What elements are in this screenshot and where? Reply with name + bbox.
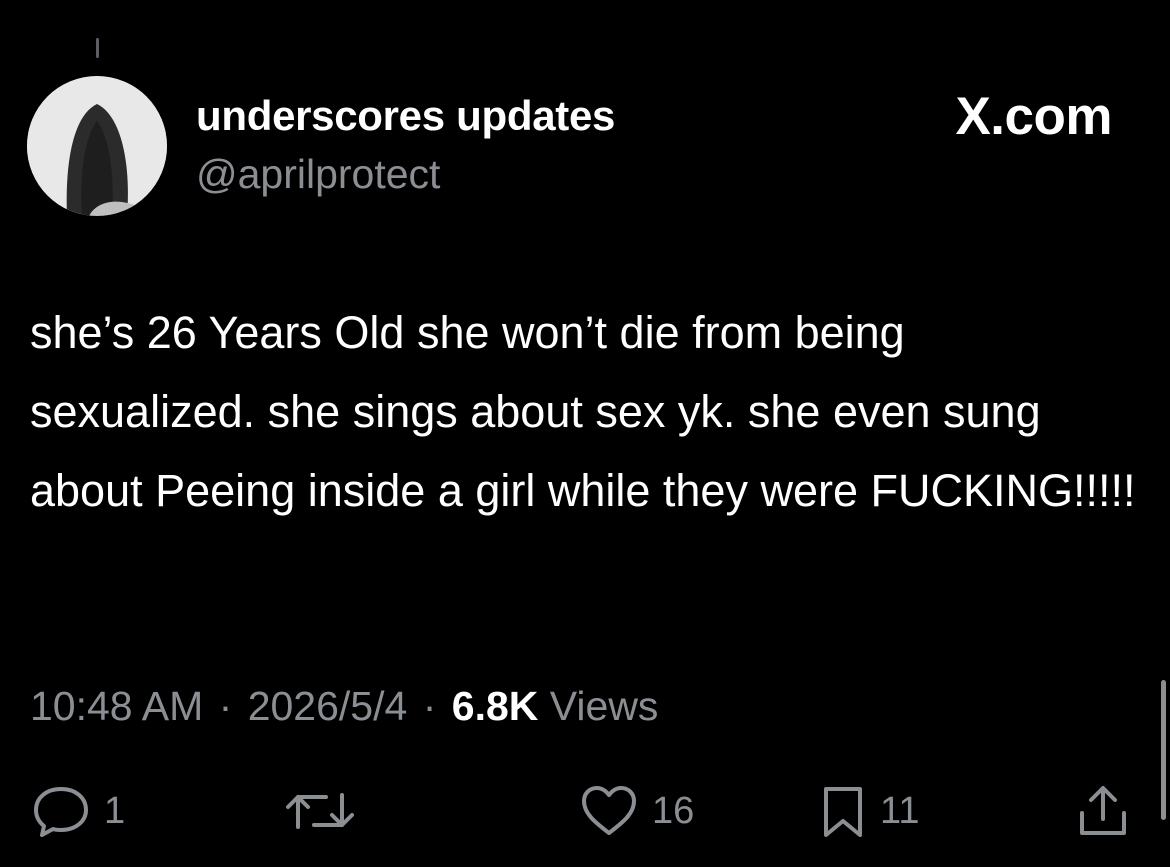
- tweet-date[interactable]: 2026/5/4: [248, 683, 408, 729]
- author-handle[interactable]: @aprilprotect: [196, 151, 440, 198]
- share-icon: [1074, 783, 1132, 839]
- thread-connector-line: [96, 38, 99, 58]
- source-watermark: X.com: [955, 87, 1112, 146]
- reply-icon: [30, 783, 92, 839]
- repost-button[interactable]: [284, 783, 368, 839]
- tweet-time[interactable]: 10:48 AM: [30, 683, 203, 729]
- like-button[interactable]: 16: [578, 783, 694, 839]
- scroll-indicator[interactable]: [1161, 680, 1166, 820]
- avatar[interactable]: [27, 76, 167, 216]
- tweet-text: she’s 26 Years Old she won’t die from be…: [30, 307, 1136, 516]
- tweet-meta: 10:48 AM · 2026/5/4 · 6.8K Views: [30, 683, 658, 730]
- heart-icon: [578, 783, 640, 839]
- avatar-image: [27, 76, 167, 216]
- views-label: Views: [549, 683, 659, 729]
- author-display-name[interactable]: underscores updates: [196, 92, 615, 140]
- reply-count: 1: [104, 789, 126, 832]
- share-button[interactable]: [1074, 783, 1132, 839]
- bookmark-count: 11: [880, 789, 920, 832]
- repost-icon: [284, 783, 356, 839]
- meta-separator: ·: [218, 683, 233, 729]
- like-count: 16: [652, 789, 695, 832]
- meta-separator: ·: [422, 683, 437, 729]
- reply-button[interactable]: 1: [30, 783, 125, 839]
- bookmark-icon: [818, 783, 868, 839]
- bookmark-button[interactable]: 11: [818, 783, 919, 839]
- views-count: 6.8K: [451, 683, 539, 729]
